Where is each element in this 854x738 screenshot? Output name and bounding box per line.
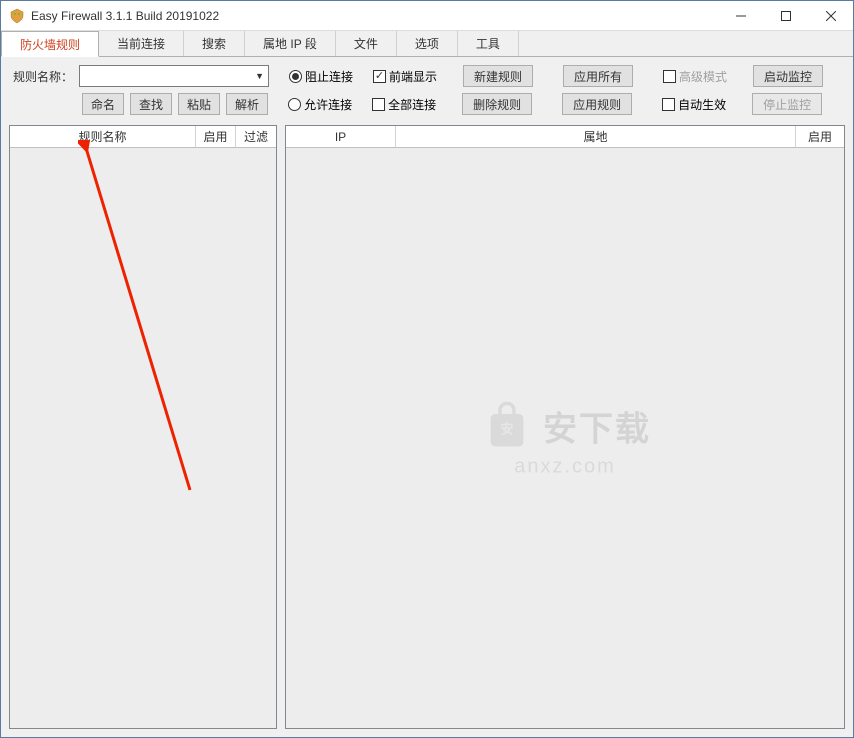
bag-icon: 安 <box>479 398 535 454</box>
watermark-url: anxz.com <box>479 456 651 479</box>
col-ip[interactable]: IP <box>286 126 396 147</box>
tab-location-ip[interactable]: 属地 IP 段 <box>245 31 336 56</box>
start-monitor-button[interactable]: 启动监控 <box>753 65 823 87</box>
check-front-display[interactable]: 前端显示 <box>373 68 437 85</box>
col-filter[interactable]: 过滤 <box>236 126 276 147</box>
radio-label: 阻止连接 <box>305 68 353 85</box>
watermark-brand: 安下载 <box>543 401 651 450</box>
tab-label: 搜索 <box>202 35 226 52</box>
radio-label: 允许连接 <box>304 96 352 113</box>
check-advanced-mode[interactable]: 高级模式 <box>663 68 727 85</box>
tab-search[interactable]: 搜索 <box>184 31 245 56</box>
tab-label: 工具 <box>476 35 500 52</box>
ip-grid-body[interactable]: 安 安下载 anxz.com <box>286 148 844 728</box>
check-auto-effect[interactable]: 自动生效 <box>662 96 726 113</box>
rule-name-combo[interactable]: ▼ <box>79 65 269 87</box>
tab-tools[interactable]: 工具 <box>458 31 519 56</box>
tab-label: 选项 <box>415 35 439 52</box>
check-label: 高级模式 <box>679 68 727 85</box>
check-all-connections[interactable]: 全部连接 <box>372 96 436 113</box>
maximize-icon <box>781 11 791 21</box>
tab-firewall-rules[interactable]: 防火墙规则 <box>1 31 99 57</box>
tab-label: 当前连接 <box>117 35 165 52</box>
tab-current-connections[interactable]: 当前连接 <box>99 31 184 56</box>
app-window: Easy Firewall 3.1.1 Build 20191022 防火墙规则… <box>0 0 854 738</box>
close-icon <box>826 11 836 21</box>
chevron-down-icon: ▼ <box>255 71 264 81</box>
parse-button[interactable]: 解析 <box>226 93 268 115</box>
minimize-button[interactable] <box>718 1 763 30</box>
rule-name-label: 规则名称： <box>13 68 73 85</box>
toolbar: 规则名称： ▼ 阻止连接 前端显示 新建规则 应用所有 高级模式 <box>1 57 853 119</box>
check-label: 前端显示 <box>389 68 437 85</box>
apply-rule-button[interactable]: 应用规则 <box>562 93 632 115</box>
checkbox-icon <box>372 98 385 111</box>
rules-panel: 规则名称 启用 过滤 <box>9 125 277 729</box>
rename-button[interactable]: 命名 <box>82 93 124 115</box>
apply-all-button[interactable]: 应用所有 <box>563 65 633 87</box>
check-label: 全部连接 <box>388 96 436 113</box>
paste-button[interactable]: 粘贴 <box>178 93 220 115</box>
col-rule-name[interactable]: 规则名称 <box>10 126 196 147</box>
radio-icon <box>288 98 301 111</box>
radio-allow-connection[interactable]: 允许连接 <box>288 96 352 113</box>
svg-text:安: 安 <box>501 422 514 437</box>
col-location[interactable]: 属地 <box>396 126 796 147</box>
rules-grid-header: 规则名称 启用 过滤 <box>10 126 276 148</box>
tab-options[interactable]: 选项 <box>397 31 458 56</box>
maximize-button[interactable] <box>763 1 808 30</box>
tab-label: 属地 IP 段 <box>263 35 317 52</box>
window-title: Easy Firewall 3.1.1 Build 20191022 <box>31 9 718 23</box>
stop-monitor-button[interactable]: 停止监控 <box>752 93 822 115</box>
rules-grid-body[interactable] <box>10 148 276 728</box>
tab-label: 防火墙规则 <box>20 36 80 53</box>
close-button[interactable] <box>808 1 853 30</box>
delete-rule-button[interactable]: 删除规则 <box>462 93 532 115</box>
ip-panel: IP 属地 启用 安 安下载 anxz.com <box>285 125 845 729</box>
tab-label: 文件 <box>354 35 378 52</box>
tab-bar: 防火墙规则 当前连接 搜索 属地 IP 段 文件 选项 工具 <box>1 31 853 57</box>
col-enable[interactable]: 启用 <box>796 126 844 147</box>
new-rule-button[interactable]: 新建规则 <box>463 65 533 87</box>
find-button[interactable]: 查找 <box>130 93 172 115</box>
watermark: 安 安下载 anxz.com <box>479 398 651 479</box>
content-area: 规则名称 启用 过滤 IP 属地 启用 安 <box>1 119 853 737</box>
radio-icon <box>289 70 302 83</box>
tab-file[interactable]: 文件 <box>336 31 397 56</box>
radio-block-connection[interactable]: 阻止连接 <box>289 68 353 85</box>
checkbox-icon <box>663 70 676 83</box>
titlebar: Easy Firewall 3.1.1 Build 20191022 <box>1 1 853 31</box>
app-icon <box>9 8 25 24</box>
checkbox-icon <box>662 98 675 111</box>
window-controls <box>718 1 853 30</box>
minimize-icon <box>736 11 746 21</box>
checkbox-icon <box>373 70 386 83</box>
toolbar-row-2: 命名 查找 粘贴 解析 允许连接 全部连接 删除规则 应用规则 自动生效 <box>13 93 841 115</box>
col-enable[interactable]: 启用 <box>196 126 236 147</box>
ip-grid-header: IP 属地 启用 <box>286 126 844 148</box>
toolbar-row-1: 规则名称： ▼ 阻止连接 前端显示 新建规则 应用所有 高级模式 <box>13 65 841 87</box>
check-label: 自动生效 <box>678 96 726 113</box>
